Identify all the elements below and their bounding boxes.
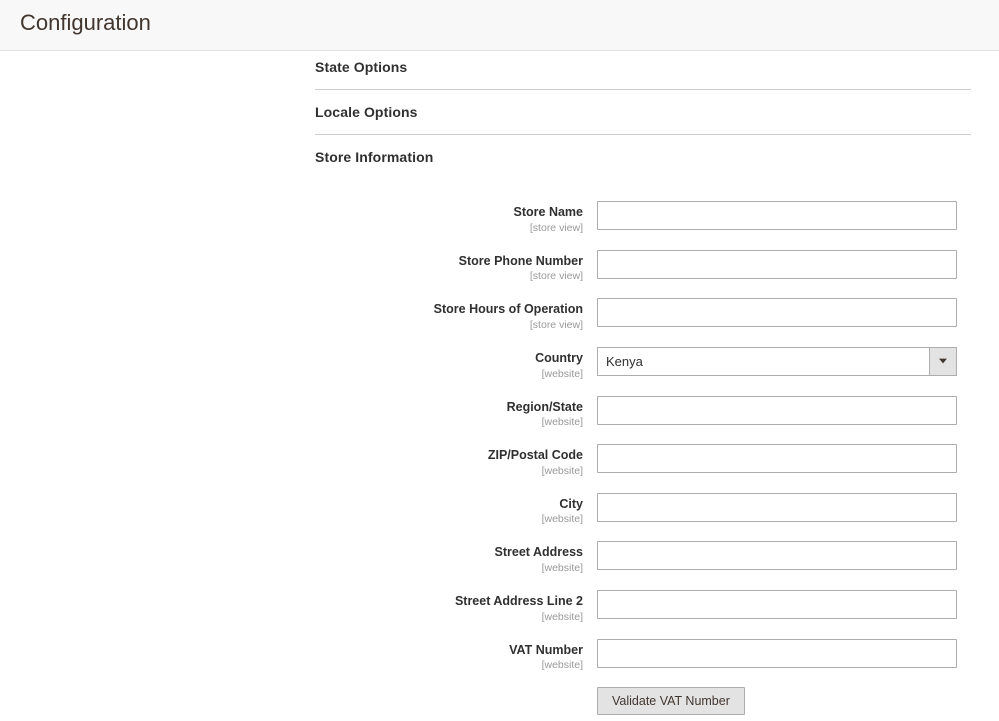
section-store-information[interactable]: Store Information <box>315 135 971 179</box>
label-store-hours: Store Hours of Operation <box>434 302 583 316</box>
country-select[interactable]: Kenya <box>597 347 957 376</box>
scope-store-phone: [store view] <box>315 270 583 282</box>
input-col-validate-vat: Validate VAT Number <box>597 687 957 715</box>
scope-zip: [website] <box>315 465 583 477</box>
region-input[interactable] <box>597 396 957 425</box>
label-street2-col: Street Address Line 2 [website] <box>315 590 597 623</box>
scope-street2: [website] <box>315 611 583 623</box>
input-col-region <box>597 396 957 425</box>
section-store-information-label: Store Information <box>315 149 433 165</box>
row-region: Region/State [website] <box>315 396 971 429</box>
label-store-name-col: Store Name [store view] <box>315 201 597 234</box>
vat-input[interactable] <box>597 639 957 668</box>
row-validate-vat: Validate VAT Number <box>315 687 971 715</box>
street1-input[interactable] <box>597 541 957 570</box>
row-street1: Street Address [website] <box>315 541 971 574</box>
row-store-phone: Store Phone Number [store view] <box>315 250 971 283</box>
label-region-col: Region/State [website] <box>315 396 597 429</box>
store-hours-input[interactable] <box>597 298 957 327</box>
row-store-name: Store Name [store view] <box>315 201 971 234</box>
label-street1: Street Address <box>495 545 583 559</box>
row-vat: VAT Number [website] <box>315 639 971 672</box>
label-region: Region/State <box>507 400 583 414</box>
street2-input[interactable] <box>597 590 957 619</box>
row-store-hours: Store Hours of Operation [store view] <box>315 298 971 331</box>
scope-street1: [website] <box>315 562 583 574</box>
input-col-vat <box>597 639 957 668</box>
section-locale-options[interactable]: Locale Options <box>315 90 971 135</box>
label-street2: Street Address Line 2 <box>455 594 583 608</box>
row-zip: ZIP/Postal Code [website] <box>315 444 971 477</box>
row-street2: Street Address Line 2 [website] <box>315 590 971 623</box>
label-street1-col: Street Address [website] <box>315 541 597 574</box>
label-store-phone-col: Store Phone Number [store view] <box>315 250 597 283</box>
input-col-country: Kenya <box>597 347 957 376</box>
row-country: Country [website] Kenya <box>315 347 971 380</box>
input-col-store-name <box>597 201 957 230</box>
input-col-store-hours <box>597 298 957 327</box>
label-validate-vat-spacer <box>315 687 597 690</box>
page-header: Configuration <box>0 0 999 51</box>
config-content: State Options Locale Options Store Infor… <box>0 51 999 715</box>
label-vat: VAT Number <box>509 643 583 657</box>
city-input[interactable] <box>597 493 957 522</box>
label-city-col: City [website] <box>315 493 597 526</box>
input-col-street2 <box>597 590 957 619</box>
input-col-city <box>597 493 957 522</box>
input-col-street1 <box>597 541 957 570</box>
label-country: Country <box>535 351 583 365</box>
label-store-hours-col: Store Hours of Operation [store view] <box>315 298 597 331</box>
input-col-zip <box>597 444 957 473</box>
chevron-down-icon <box>939 358 947 364</box>
label-zip-col: ZIP/Postal Code [website] <box>315 444 597 477</box>
scope-store-name: [store view] <box>315 222 583 234</box>
zip-input[interactable] <box>597 444 957 473</box>
scope-region: [website] <box>315 416 583 428</box>
country-select-toggle[interactable] <box>929 347 957 376</box>
label-zip: ZIP/Postal Code <box>488 448 583 462</box>
section-state-options-label: State Options <box>315 59 407 75</box>
label-store-name: Store Name <box>514 205 583 219</box>
scope-city: [website] <box>315 513 583 525</box>
label-country-col: Country [website] <box>315 347 597 380</box>
scope-country: [website] <box>315 368 583 380</box>
section-locale-options-label: Locale Options <box>315 104 418 120</box>
label-vat-col: VAT Number [website] <box>315 639 597 672</box>
store-phone-input[interactable] <box>597 250 957 279</box>
validate-vat-button[interactable]: Validate VAT Number <box>597 687 745 715</box>
scope-store-hours: [store view] <box>315 319 583 331</box>
country-select-value: Kenya <box>597 347 929 376</box>
store-information-form: Store Name [store view] Store Phone Numb… <box>315 179 971 715</box>
label-city: City <box>559 497 583 511</box>
page-title: Configuration <box>20 10 979 36</box>
section-state-options[interactable]: State Options <box>315 51 971 90</box>
input-col-store-phone <box>597 250 957 279</box>
label-store-phone: Store Phone Number <box>459 254 583 268</box>
row-city: City [website] <box>315 493 971 526</box>
store-name-input[interactable] <box>597 201 957 230</box>
scope-vat: [website] <box>315 659 583 671</box>
